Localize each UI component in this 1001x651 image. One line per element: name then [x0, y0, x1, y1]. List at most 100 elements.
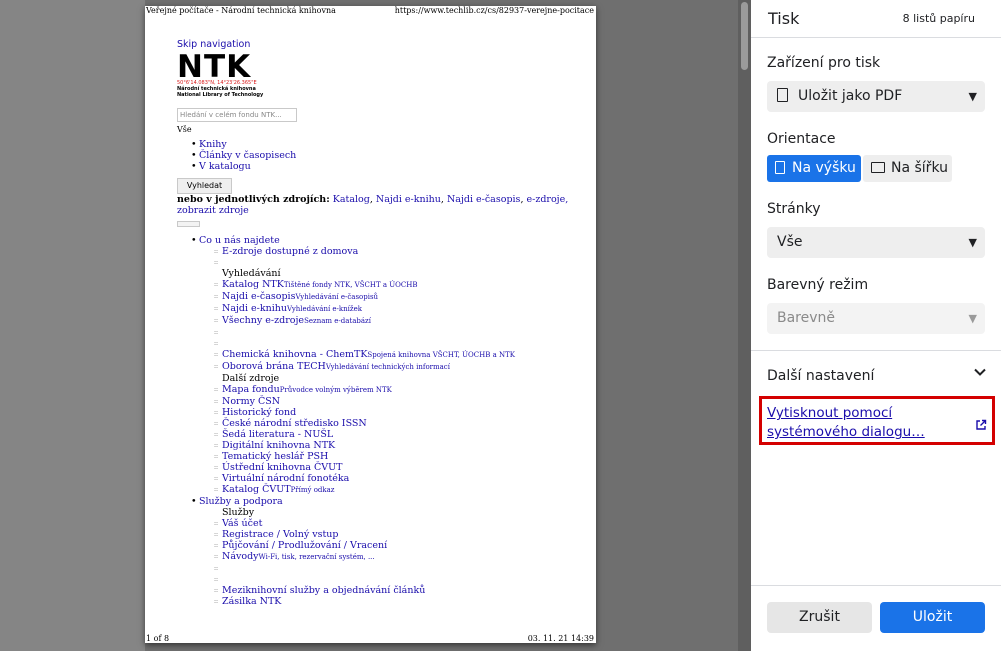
portrait-icon — [775, 161, 785, 174]
landscape-label: Na šířku — [891, 160, 948, 176]
preview-nav-item-text: Historický fond — [222, 407, 297, 418]
preview-nav-item-text: Virtuální národní fonotéka — [222, 473, 350, 484]
chevron-down-icon[interactable] — [973, 365, 987, 383]
preview-nav-item: Katalog ČVUTPřímý odkaz — [177, 484, 577, 496]
preview-nav-item-note: Vyhledávání e-knížek — [287, 305, 362, 313]
preview-nav-item-text: Šedá literatura - NUŠL — [222, 429, 334, 440]
destination-value: Uložit jako PDF — [798, 88, 903, 104]
preview-nav-item — [177, 338, 577, 349]
portrait-label: Na výšku — [792, 160, 856, 176]
preview-nav-item-text: Normy ČSN — [222, 396, 281, 407]
preview-nav-item — [177, 327, 577, 338]
preview-nav-item-text: Meziknihovní služby a objednávání článků — [222, 585, 426, 596]
preview-nav-item-text: Katalog NTKTištěné fondy NTK, VŠCHT a ÚO… — [222, 279, 418, 290]
preview-nav-item: NávodyWi-Fi, tisk, rezervační systém, ..… — [177, 551, 577, 563]
preview-scrollbar[interactable] — [738, 0, 751, 651]
preview-scope-option-link: V katalogu — [199, 161, 251, 172]
ntk-logo: NTK 50°6'14.083"N, 14°23'26.365"E Národn… — [177, 49, 577, 106]
chevron-down-icon: ▼ — [968, 312, 977, 325]
panel-divider — [751, 350, 1001, 351]
preview-source-link: Najdi e-časopis — [446, 194, 521, 205]
chevron-down-icon: ▼ — [968, 236, 977, 249]
preview-nav-item: Meziknihovní služby a objednávání článků — [177, 585, 577, 596]
save-button[interactable]: Uložit — [880, 602, 985, 633]
preview-nav-item-text: Digitální knihovna NTK — [222, 440, 336, 451]
print-preview-area: Veřejné počítače - Národní technická kni… — [0, 0, 751, 651]
preview-nav-item-text: Najdi e-časopisVyhledávání e-časopisů — [222, 291, 379, 302]
nav-section-2-link: Služby a podpora — [199, 496, 283, 507]
preview-nav-item: Katalog NTKTištěné fondy NTK, VŠCHT a ÚO… — [177, 279, 577, 291]
external-link-icon[interactable] — [975, 419, 987, 431]
preview-search-button: Vyhledat — [177, 178, 232, 194]
pages-select[interactable]: Vše ▼ — [767, 227, 985, 258]
preview-source-link: Najdi e-knihu — [375, 194, 441, 205]
preview-nav-item-note: Přímý odkaz — [290, 486, 335, 494]
cancel-button[interactable]: Zrušit — [767, 602, 872, 633]
preview-nav-item: České národní středisko ISSN — [177, 418, 577, 429]
preview-nav-item: E-zdroje dostupné z domova — [177, 246, 577, 257]
preview-scope-option: Knihy — [177, 139, 577, 150]
panel-header: Tisk 8 listů papíru — [751, 0, 1001, 38]
preview-nav-item-note: Wi-Fi, tisk, rezervační systém, ... — [258, 553, 375, 561]
preview-sources-prefix: nebo v jednotlivých zdrojích: — [177, 194, 330, 205]
page-content: Skip navigation NTK 50°6'14.083"N, 14°23… — [177, 39, 577, 607]
color-mode-select[interactable]: Barevně ▼ — [767, 303, 985, 334]
preview-nav-item: Váš účet — [177, 518, 577, 529]
ntk-logo-name-en: National Library of Technology — [177, 92, 264, 98]
preview-nav-item: Všechny e-zdrojeSeznam e-databází — [177, 315, 577, 327]
preview-nav-item: Zásilka NTK — [177, 596, 577, 607]
page-header-url: https://www.techlib.cz/cs/82937-verejne-… — [394, 6, 594, 15]
more-settings-toggle[interactable]: Další nastavení — [767, 368, 874, 384]
pages-value: Vše — [777, 234, 803, 250]
preview-page: Veřejné počítače - Národní technická kni… — [145, 6, 596, 643]
preview-nav-item-text: NávodyWi-Fi, tisk, rezervační systém, ..… — [222, 551, 375, 562]
preview-nav-item: Digitální knihovna NTK — [177, 440, 577, 451]
preview-nav-item-text: Tematický heslář PSH — [222, 451, 329, 462]
preview-nav-item-text: Váš účet — [222, 518, 263, 529]
preview-nav-item: Ústřední knihovna ČVUT — [177, 462, 577, 473]
preview-nav-item-text: Služby — [222, 507, 255, 518]
pages-label: Stránky — [767, 201, 821, 217]
chevron-down-icon: ▼ — [968, 90, 977, 103]
preview-nav-item: Oborová brána TECHVyhledávání technickýc… — [177, 361, 577, 373]
preview-nav-item-text: Katalog ČVUTPřímý odkaz — [222, 484, 335, 495]
preview-nav-item-text: Ústřední knihovna ČVUT — [222, 462, 343, 473]
sheet-count: 8 listů papíru — [902, 12, 975, 25]
preview-nav-item-text: Najdi e-knihuVyhledávání e-knížek — [222, 303, 362, 314]
document-icon — [777, 88, 788, 102]
ntk-logo-mark: NTK — [177, 49, 252, 85]
color-mode-label: Barevný režim — [767, 277, 869, 293]
preview-nav-item: Chemická knihovna - ChemTKSpojená knihov… — [177, 349, 577, 361]
page-footer-number: 1 of 8 — [146, 634, 170, 643]
highlight-box: Vytisknout pomocí systémového dialogu… — [759, 396, 995, 445]
preview-nav-item-text: Mapa fonduPrůvodce volným výběrem NTK — [222, 384, 392, 395]
preview-search-input: Hledání v celém fondu NTK... — [177, 108, 297, 122]
preview-nav-item-note: Spojená knihovna VŠCHT, ÚOCHB a NTK — [367, 351, 515, 359]
preview-scope-option-link: Články v časopisech — [199, 150, 297, 161]
destination-select[interactable]: Uložit jako PDF ▼ — [767, 81, 985, 112]
preview-nav-item-text: Další zdroje — [222, 373, 280, 384]
nav-section-1: Co u nás najdete — [177, 235, 577, 246]
nav-section-2-items: SlužbyVáš účetRegistrace / Volný vstupPů… — [177, 507, 577, 607]
preview-source-link: zobrazit zdroje — [177, 205, 249, 216]
print-settings-panel: Tisk 8 listů papíru Zařízení pro tisk Ul… — [751, 0, 1001, 651]
preview-scroll-thumb[interactable] — [741, 2, 748, 70]
portrait-button[interactable]: Na výšku — [767, 155, 861, 182]
preview-nav-item-note: Tištěné fondy NTK, VŠCHT a ÚOCHB — [283, 281, 418, 289]
preview-nav-item: Historický fond — [177, 407, 577, 418]
landscape-icon — [871, 162, 885, 173]
preview-nav-item-text: České národní středisko ISSN — [222, 418, 367, 429]
preview-nav-item-text: Zásilka NTK — [222, 596, 282, 607]
preview-nav-item: Najdi e-knihuVyhledávání e-knížek — [177, 303, 577, 315]
page-header-title: Veřejné počítače - Národní technická kni… — [146, 6, 336, 15]
preview-nav-item: Šedá literatura - NUŠL — [177, 429, 577, 440]
preview-source-link: Katalog — [332, 194, 370, 205]
preview-scope-list: KnihyČlánky v časopisechV katalogu — [177, 139, 577, 172]
preview-nav-item-text: Oborová brána TECHVyhledávání technickýc… — [222, 361, 450, 372]
page-footer-date: 03. 11. 21 14:39 — [527, 634, 594, 643]
preview-nav-item-note: Vyhledávání e-časopisů — [295, 293, 379, 301]
preview-nav-item-text: Registrace / Volný vstup — [222, 529, 339, 540]
landscape-button[interactable]: Na šířku — [863, 155, 952, 182]
preview-scope-label: Vše — [177, 125, 192, 134]
system-dialog-link[interactable]: Vytisknout pomocí systémového dialogu… — [767, 404, 957, 442]
